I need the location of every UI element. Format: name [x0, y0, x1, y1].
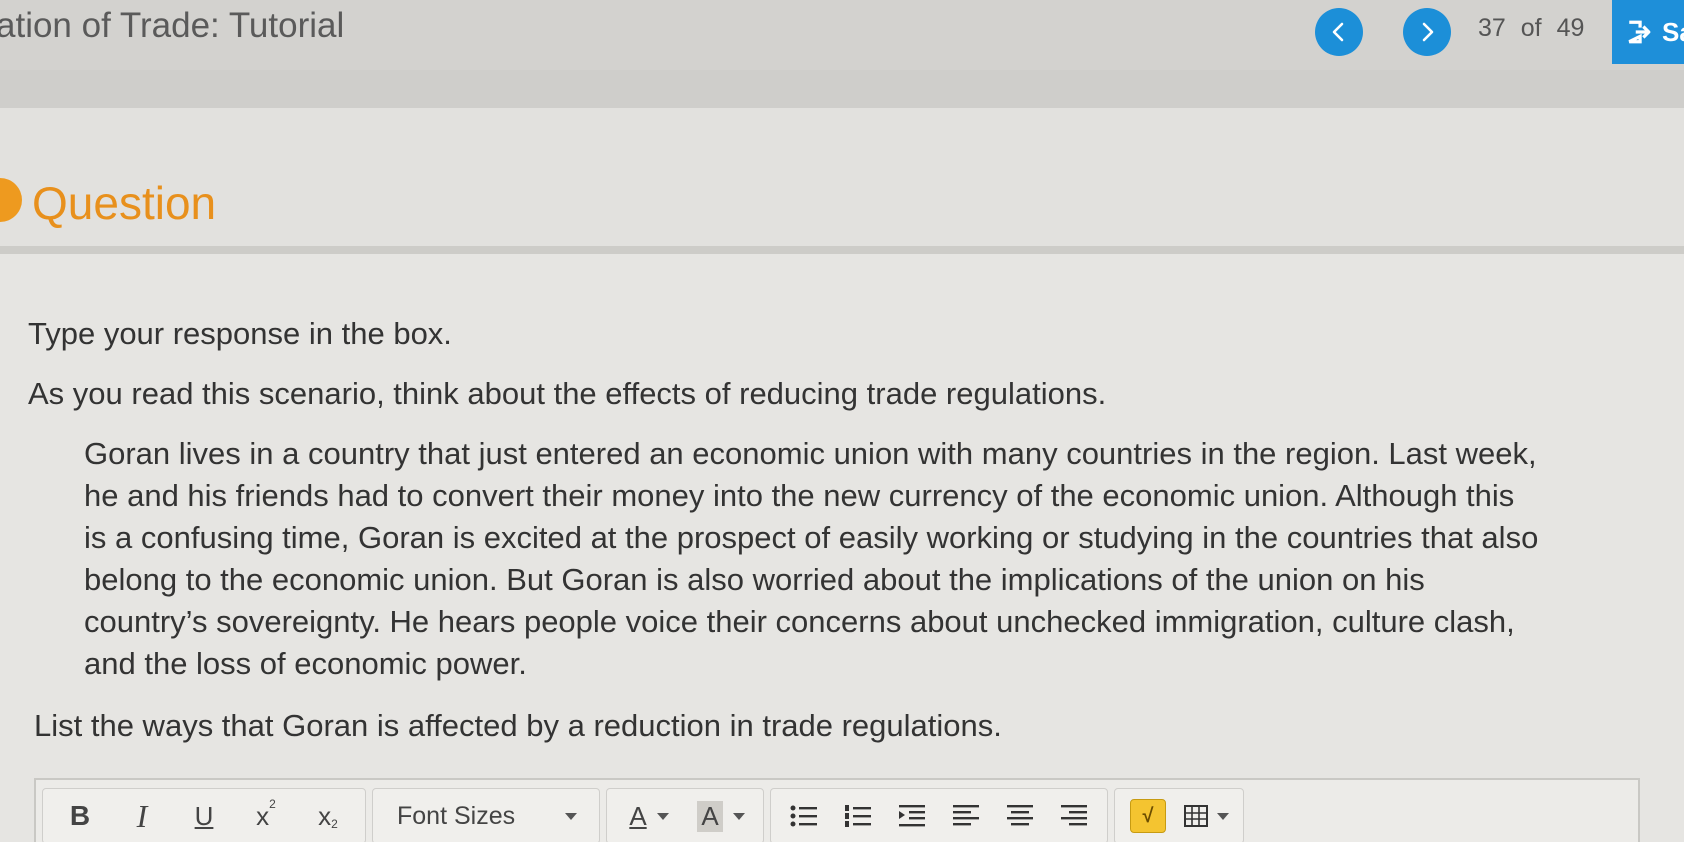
table-icon: [1184, 805, 1208, 827]
counter-current: 37: [1478, 14, 1506, 42]
question-heading: Question: [32, 177, 217, 229]
align-left-icon: [953, 805, 979, 826]
numbered-list-button[interactable]: [831, 791, 885, 841]
bullet-list-button[interactable]: [777, 791, 831, 841]
subscript-mark: 2: [331, 817, 338, 831]
subscript-x: x: [318, 800, 332, 831]
question-header: Question: [0, 108, 1684, 254]
indent-icon: [899, 805, 925, 827]
scenario-line: and the loss of economic power.: [84, 646, 527, 681]
italic-button[interactable]: I: [111, 791, 173, 841]
chevron-down-icon: [732, 812, 745, 820]
format-group: B I U x2 x2: [42, 788, 366, 842]
numbered-list-icon: [845, 805, 871, 827]
superscript-mark: 2: [269, 797, 276, 811]
instruction-text: Type your response in the box.: [28, 316, 452, 351]
editor-toolbar: B I U x2 x2 Font Sizes A A √: [42, 788, 1244, 842]
top-bar: ation of Trade: Tutorial 37 of 49 Sa: [0, 0, 1684, 70]
align-center-button[interactable]: [993, 791, 1047, 841]
font-color-button[interactable]: A: [613, 791, 685, 841]
question-marker-icon: [0, 178, 22, 222]
question-panel: Question Type your response in the box. …: [0, 108, 1684, 842]
prompt-text: As you read this scenario, think about t…: [28, 376, 1107, 411]
sub-bar: [0, 70, 1684, 108]
font-color-label: A: [629, 800, 647, 831]
font-size-group: Font Sizes: [372, 788, 600, 842]
scenario-line: Goran lives in a country that just enter…: [84, 436, 1537, 471]
scenario-line: he and his friends had to convert their …: [84, 478, 1515, 513]
save-label: Sa: [1662, 16, 1684, 47]
table-button[interactable]: [1175, 791, 1237, 841]
bullet-list-icon: [790, 805, 817, 827]
superscript-x: x: [256, 800, 270, 831]
subscript-button[interactable]: x2: [297, 791, 359, 841]
superscript-button[interactable]: x2: [235, 791, 297, 841]
scenario-line: country’s sovereignty. He hears people v…: [84, 604, 1515, 639]
indent-button[interactable]: [885, 791, 939, 841]
counter-total: 49: [1556, 14, 1585, 42]
task-text: List the ways that Goran is affected by …: [34, 708, 1002, 743]
exit-icon: [1628, 20, 1651, 44]
next-button[interactable]: [1403, 8, 1451, 56]
align-right-icon: [1061, 805, 1087, 826]
save-exit-button[interactable]: Sa: [1612, 0, 1684, 64]
color-group: A A: [606, 788, 764, 842]
math-icon: √: [1130, 799, 1166, 833]
counter-of: of: [1520, 14, 1542, 42]
chevron-down-icon: [656, 812, 669, 820]
chevron-right-icon: [1422, 22, 1434, 42]
underline-button[interactable]: U: [173, 791, 235, 841]
align-center-icon: [1007, 805, 1033, 826]
chevron-down-icon: [1217, 812, 1229, 820]
response-editor[interactable]: B I U x2 x2 Font Sizes A A √: [34, 778, 1640, 842]
font-sizes-dropdown[interactable]: Font Sizes: [379, 791, 593, 841]
highlight-color-button[interactable]: A: [685, 791, 757, 841]
scenario-text: Goran lives in a country that just enter…: [84, 433, 1644, 685]
paragraph-group: [770, 788, 1108, 842]
font-sizes-label: Font Sizes: [397, 801, 516, 830]
align-right-button[interactable]: [1047, 791, 1101, 841]
previous-button[interactable]: [1315, 8, 1363, 56]
question-counter: 37 of 49: [1478, 14, 1592, 43]
insert-group: √: [1114, 788, 1244, 842]
math-button[interactable]: √: [1121, 791, 1175, 841]
align-left-button[interactable]: [939, 791, 993, 841]
highlight-color-label: A: [697, 800, 723, 832]
page-title: ation of Trade: Tutorial: [0, 6, 345, 45]
scenario-line: is a confusing time, Goran is excited at…: [84, 520, 1539, 555]
bold-button[interactable]: B: [49, 791, 111, 841]
chevron-left-icon: [1332, 22, 1344, 42]
scenario-line: belong to the economic union. But Goran …: [84, 562, 1425, 597]
chevron-down-icon: [565, 812, 577, 820]
